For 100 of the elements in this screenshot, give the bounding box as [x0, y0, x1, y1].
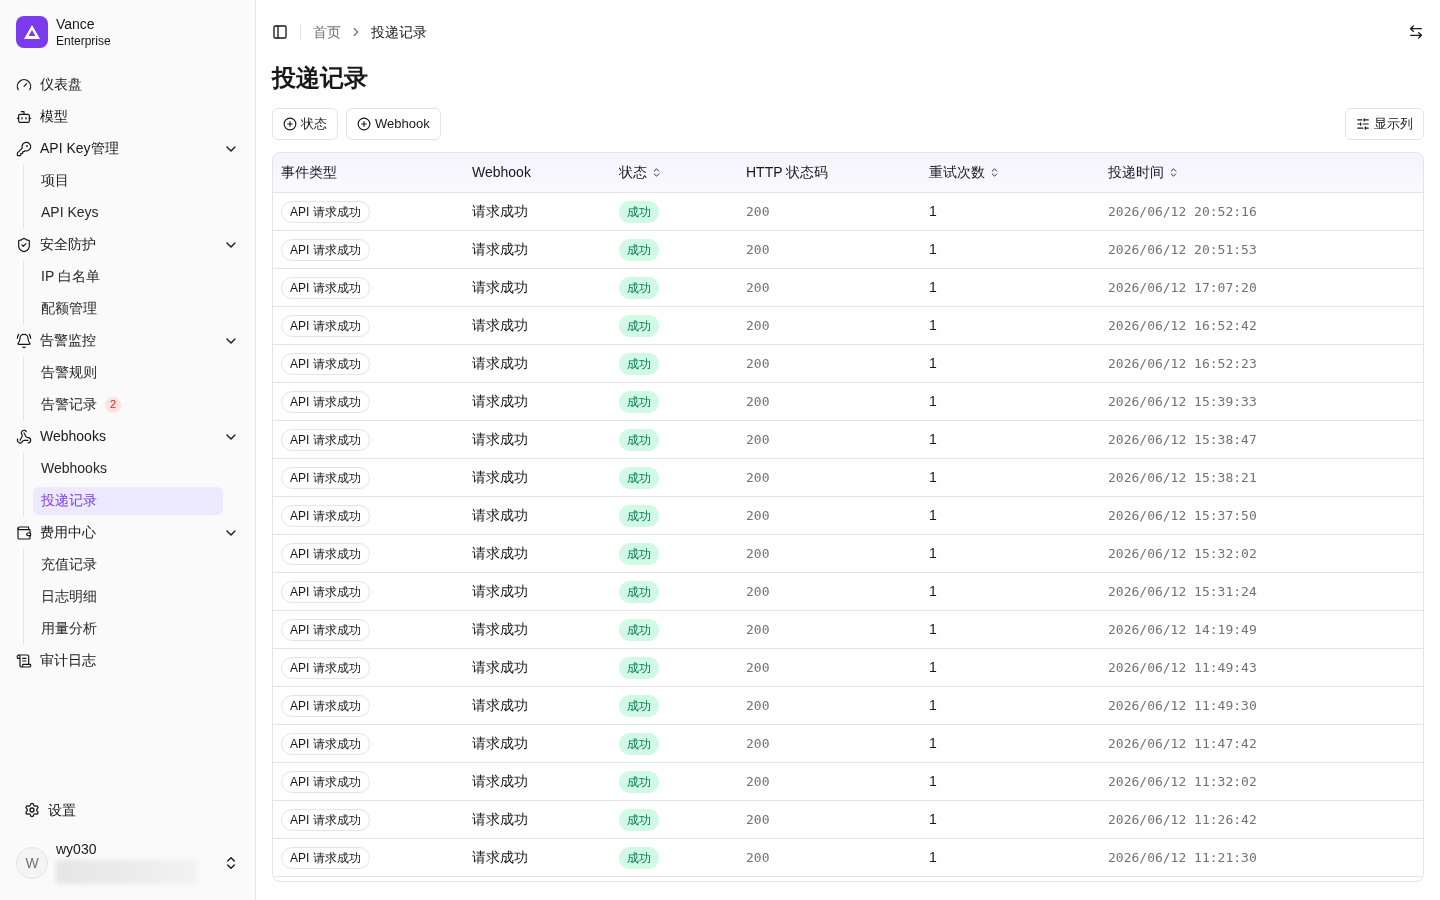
sort-icon — [989, 167, 1000, 178]
status-badge: 成功 — [619, 770, 659, 793]
sidebar-item[interactable]: 告警监控 — [8, 324, 247, 357]
table-cell-text: 1 — [929, 430, 938, 449]
table-cell-text: 200 — [746, 430, 771, 449]
table-cell-text: 1 — [929, 772, 938, 791]
sidebar-item[interactable]: Webhooks — [8, 420, 247, 453]
filter-button[interactable]: 状态 — [272, 108, 338, 140]
table-cell-text: 请求成功 — [472, 658, 529, 677]
sidebar-subitem[interactable]: API Keys — [33, 198, 223, 227]
sidebar-subitem[interactable]: 项目 — [33, 166, 223, 195]
status-badge: 成功 — [619, 618, 659, 641]
sidebar-subitem[interactable]: Webhooks — [33, 454, 223, 483]
column-header[interactable]: 状态 — [619, 162, 746, 183]
sidebar-toggle-icon[interactable] — [272, 24, 288, 40]
table-cell-text: 1 — [929, 658, 938, 677]
status-badge: 成功 — [619, 352, 659, 375]
status-badge: 成功 — [619, 694, 659, 717]
sidebar-subitem[interactable]: 告警记录 2 — [33, 390, 223, 419]
table-cell-text: 请求成功 — [472, 544, 529, 563]
breadcrumb-link[interactable]: 首页 — [313, 21, 341, 43]
status-badge: 成功 — [619, 466, 659, 489]
status-badge: 成功 — [619, 200, 659, 223]
table-cell-text: 2026/06/12 20:52:16 — [1108, 202, 1258, 221]
table-cell-text: 2026/06/12 11:26:42 — [1108, 810, 1258, 829]
table-cell-text: 请求成功 — [472, 620, 529, 639]
table-cell-text: 2026/06/12 11:49:30 — [1108, 696, 1258, 715]
table-cell-text: 请求成功 — [472, 506, 529, 525]
resize-icon[interactable] — [1408, 24, 1424, 40]
wallet-icon — [16, 524, 32, 541]
breadcrumb-link[interactable]: 投递记录 — [371, 21, 427, 43]
status-badge: 成功 — [619, 504, 659, 527]
sidebar-item[interactable]: API Key管理 — [8, 132, 247, 165]
sidebar-item[interactable]: 安全防护 — [8, 228, 247, 261]
table-cell-text: 1 — [929, 278, 938, 297]
table-cell-text: 2026/06/12 15:31:24 — [1108, 582, 1258, 601]
status-badge: 成功 — [619, 276, 659, 299]
table-cell-text: 200 — [746, 316, 771, 335]
count-badge: 2 — [105, 396, 121, 413]
table-cell-text: 请求成功 — [472, 316, 529, 335]
status-badge: 成功 — [619, 656, 659, 679]
status-badge: 成功 — [619, 390, 659, 413]
sidebar-item[interactable]: 审计日志 — [8, 644, 247, 677]
table-cell-text: 2026/06/12 15:38:47 — [1108, 430, 1258, 449]
sidebar-item[interactable]: 仪表盘 — [8, 68, 247, 101]
status-badge: 成功 — [619, 238, 659, 261]
table-cell-text: 200 — [746, 810, 771, 829]
table-cell-text: 1 — [929, 240, 938, 259]
sidebar-subitem[interactable]: 日志明细 — [33, 582, 223, 611]
sidebar-subitem[interactable]: 告警规则 — [33, 358, 223, 387]
table-cell-text: 200 — [746, 582, 771, 601]
table-cell-text: 1 — [929, 582, 938, 601]
table-cell-text: 200 — [746, 734, 771, 753]
key-icon — [16, 140, 32, 157]
table-cell-text: 2026/06/12 16:52:42 — [1108, 316, 1258, 335]
table-cell-text: 2026/06/12 11:47:42 — [1108, 734, 1258, 753]
shield-icon — [16, 236, 32, 253]
table-cell-text: 200 — [746, 696, 771, 715]
table-cell-text: 2026/06/12 15:37:50 — [1108, 506, 1258, 525]
sidebar-subitem[interactable]: 投递记录 — [33, 486, 223, 515]
table-cell-text: 请求成功 — [472, 392, 529, 411]
sidebar-subitem[interactable]: IP 白名单 — [33, 262, 223, 291]
sidebar-subitem[interactable]: 配额管理 — [33, 294, 223, 323]
table-cell-text: 1 — [929, 506, 938, 525]
sidebar-item[interactable]: 模型 — [8, 100, 247, 133]
status-badge: 成功 — [619, 846, 659, 869]
table-cell-text: 2026/06/12 15:39:33 — [1108, 392, 1258, 411]
column-header: 事件类型 — [281, 163, 338, 182]
table-cell-text: 1 — [929, 354, 938, 373]
brand-subtitle: Enterprise — [56, 33, 111, 49]
table-cell-text: 2026/06/12 15:32:02 — [1108, 544, 1258, 563]
sidebar-item[interactable]: 费用中心 — [8, 516, 247, 549]
table-cell-text: 请求成功 — [472, 240, 529, 259]
status-badge: 成功 — [619, 580, 659, 603]
table-cell-text: 请求成功 — [472, 848, 529, 867]
status-badge: 成功 — [619, 314, 659, 337]
sidebar-subitem[interactable]: 用量分析 — [33, 614, 223, 643]
plus-icon — [357, 117, 371, 131]
column-header: HTTP 状态码 — [746, 163, 830, 182]
webhook-icon — [16, 428, 32, 445]
column-header: Webhook — [472, 163, 532, 182]
table-cell-text: 2026/06/12 20:51:53 — [1108, 240, 1258, 259]
table-cell-text: 200 — [746, 658, 771, 677]
filter-button[interactable]: Webhook — [346, 108, 441, 140]
sidebar-subitem[interactable]: 充值记录 — [33, 550, 223, 579]
user-avatar: W — [16, 847, 48, 879]
table-cell-text: 200 — [746, 544, 771, 563]
table-cell-text: 200 — [746, 620, 771, 639]
table-cell-text: 1 — [929, 810, 938, 829]
column-header[interactable]: 投递时间 — [1108, 162, 1415, 183]
table-cell-text: 1 — [929, 620, 938, 639]
columns-button[interactable]: 显示列 — [1345, 108, 1424, 140]
table-cell-text: 200 — [746, 468, 771, 487]
settings-item[interactable]: 设置 — [16, 794, 239, 826]
table-cell-text: 200 — [746, 202, 771, 221]
table-cell-text: 1 — [929, 468, 938, 487]
table-cell-text: 2026/06/12 11:32:02 — [1108, 772, 1258, 791]
column-header[interactable]: 重试次数 — [929, 162, 1108, 183]
sort-icon — [1168, 167, 1179, 178]
table-cell-text: 200 — [746, 772, 771, 791]
